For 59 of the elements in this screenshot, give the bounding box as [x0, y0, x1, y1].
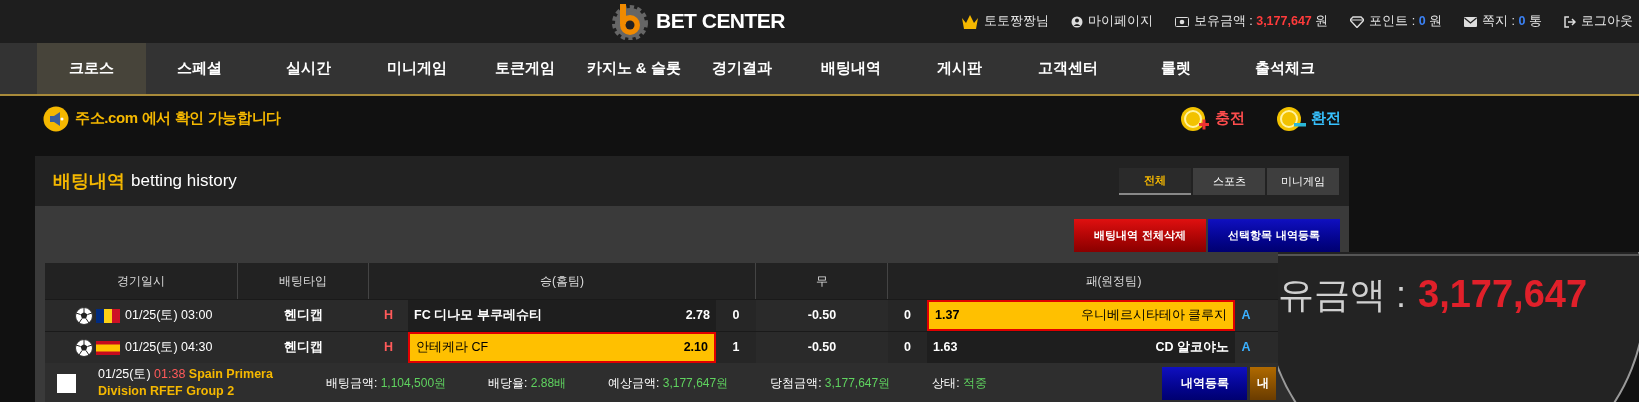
nav-item[interactable]: 크로스: [37, 43, 146, 94]
diamond-icon: [1350, 15, 1365, 28]
logout-link[interactable]: 로그아웃: [1581, 12, 1633, 31]
panel-subtitle: betting history: [131, 170, 237, 193]
flag-icon: [96, 340, 120, 355]
bet-summary-field: 배팅금액: 1,104,500원: [326, 374, 447, 392]
flag-icon: [96, 308, 120, 323]
away-odds-cell[interactable]: 1.63 CD 알코야노: [927, 332, 1235, 363]
register-button[interactable]: 내역등록: [1162, 366, 1247, 400]
envelope-icon: [1464, 16, 1478, 27]
tab[interactable]: 스포츠: [1193, 167, 1265, 195]
handicap-marker: H: [383, 307, 394, 325]
tab[interactable]: 전체: [1119, 167, 1191, 195]
table-cell-text: A: [1240, 307, 1252, 325]
bet-summary-field: 상태: 적중: [932, 374, 987, 392]
megaphone-icon: [43, 105, 69, 132]
coin-minus-icon: [1275, 105, 1307, 132]
crown-icon: [960, 13, 979, 30]
user-icon: [1070, 15, 1083, 28]
coin-plus-icon: [1179, 105, 1211, 132]
charge-button[interactable]: 충전: [1179, 105, 1245, 132]
notice-text: 주소.com 에서 확인 가능합니다: [75, 108, 281, 129]
bet-info-text: 01/25(토) 01:38 Spain Primera Division RFEF Group 2: [98, 366, 274, 400]
soccer-ball-icon: [75, 306, 93, 325]
table-cell-text: -0.50: [806, 307, 838, 325]
table-cell: 0: [888, 300, 927, 331]
bet-summary-field: 당첨금액: 3,177,647원: [770, 374, 891, 392]
point-link[interactable]: 포인트 : 0 원: [1369, 12, 1443, 31]
logout-icon: [1564, 15, 1576, 28]
table-cell: 0: [888, 332, 927, 363]
bet-summary-field: 예상금액: 3,177,647원: [608, 374, 729, 392]
logo-text: BET CENTER: [656, 8, 785, 35]
delete-all-button[interactable]: 배팅내역 전체삭제: [1074, 219, 1206, 252]
bet-summary-field: 배당율: 2.88배: [488, 374, 567, 392]
username-link[interactable]: 토토짱짱님: [983, 12, 1049, 31]
home-odds-cell[interactable]: 안테케라 CF 2.10: [408, 332, 716, 363]
tab[interactable]: 미니게임: [1267, 167, 1339, 195]
checkbox[interactable]: [57, 373, 76, 393]
exchange-button[interactable]: 환전: [1275, 105, 1341, 132]
match-date: 01/25(토) 03:00: [125, 307, 213, 325]
mypage-link[interactable]: 마이페이지: [1087, 12, 1153, 31]
home-odds-cell[interactable]: FC 디나모 부쿠레슈티 2.78: [408, 300, 716, 331]
table-cell: 0: [716, 300, 756, 331]
match-date: 01/25(토) 04:30: [125, 339, 213, 357]
panel-title: 배팅내역: [53, 169, 125, 193]
balance-link[interactable]: 보유금액 : 3,177,647 원: [1193, 12, 1329, 31]
partial-button[interactable]: 내: [1250, 366, 1276, 400]
money-icon: [1174, 16, 1189, 27]
register-selected-button[interactable]: 선택항목 내역등록: [1208, 219, 1340, 252]
table-cell-text: -0.50: [806, 339, 838, 357]
away-odds-cell[interactable]: 1.37 우니베르시타테아 클루지: [927, 300, 1235, 331]
bet-type: 헨디캡: [283, 339, 324, 357]
table-cell-text: A: [1240, 339, 1252, 357]
message-link[interactable]: 쪽지 : 0 통: [1482, 12, 1542, 31]
soccer-ball-icon: [75, 338, 93, 357]
handicap-marker: H: [383, 339, 394, 357]
bet-type: 헨디캡: [283, 307, 324, 325]
magnified-balance: 3,177,647: [1418, 272, 1588, 317]
table-cell: 1: [716, 332, 756, 363]
